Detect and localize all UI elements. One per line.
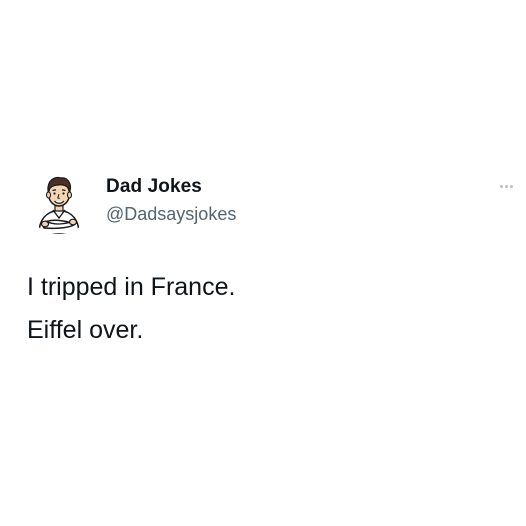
user-handle[interactable]: @Dadsaysjokes (106, 204, 236, 225)
more-options-icon (499, 184, 513, 188)
display-name[interactable]: Dad Jokes (106, 176, 202, 198)
more-options-dot (499, 184, 503, 188)
more-options-dot (504, 184, 508, 188)
more-options-button[interactable] (494, 180, 518, 192)
tweet-line: Eiffel over. (27, 316, 144, 344)
more-options-dot (509, 184, 513, 188)
tweet-line: I tripped in France. (27, 273, 236, 301)
tweet-text: I tripped in France. Eiffel over. (27, 266, 235, 352)
cartoon-man-arms-crossed-icon (38, 176, 80, 234)
tweet-card: Dad Jokes @Dadsaysjokes I tripped in Fra… (0, 0, 526, 526)
avatar[interactable] (25, 166, 93, 234)
